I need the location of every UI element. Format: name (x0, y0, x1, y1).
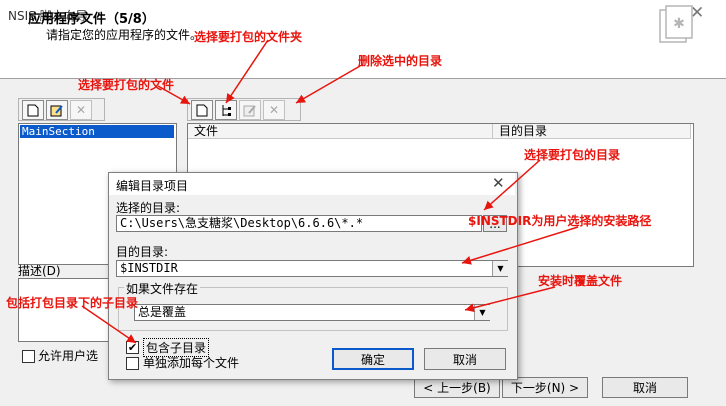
annotation-select-file: 选择要打包的文件 (78, 78, 175, 92)
annotation-select-dir: 选择要打包的目录 (524, 148, 621, 162)
allow-user-label: 允许用户选 (38, 349, 99, 363)
cancel-button[interactable]: 取消 (602, 377, 688, 398)
page-title: 应用程序文件（5/8） (28, 12, 155, 27)
next-button[interactable]: 下一步(N) > (502, 377, 588, 398)
annotation-include-subdirs: 包括打包目录下的子目录 (6, 296, 139, 310)
selected-dir-label: 选择的目录: (116, 201, 181, 215)
add-folder-button[interactable] (215, 100, 237, 120)
annotation-instdir: $INSTDIR为用户选择的安装路径 (468, 214, 652, 228)
dialog-cancel-button[interactable]: 取消 (424, 348, 506, 370)
document-stack-icon: ✱ (659, 5, 693, 43)
delete-item-button[interactable]: ✕ (263, 100, 285, 120)
folder-tree-icon (222, 104, 231, 116)
new-file-icon (27, 104, 39, 116)
column-header-file[interactable]: 文件 (188, 124, 493, 139)
svg-text:✱: ✱ (673, 16, 685, 32)
dialog-title: 编辑目录项目 (116, 179, 189, 193)
edit-icon (50, 104, 63, 116)
description-label: 描述(D) (18, 264, 61, 278)
check-icon: ✔ (127, 341, 138, 354)
add-file-button[interactable] (191, 100, 213, 120)
delete-icon: ✕ (268, 103, 280, 117)
if-exists-select[interactable]: 总是覆盖 (134, 304, 490, 321)
chevron-down-icon[interactable]: ▼ (474, 305, 490, 320)
close-icon[interactable]: ✕ (492, 174, 505, 192)
dest-dir-combo[interactable]: $INSTDIR (116, 260, 508, 277)
page-subtitle: 请指定您的应用程序的文件。 (46, 28, 203, 42)
new-section-button[interactable] (22, 100, 44, 120)
add-each-file-checkbox[interactable] (126, 357, 139, 370)
selected-dir-input[interactable]: C:\Users\急支糖浆\Desktop\6.6.6\*.* (116, 215, 482, 232)
annotation-delete-dir: 删除选中的目录 (358, 54, 443, 68)
ok-button[interactable]: 确定 (332, 348, 414, 370)
new-file-icon (196, 104, 208, 116)
chevron-down-icon[interactable]: ▼ (492, 261, 508, 276)
include-subdirs-checkbox[interactable]: ✔ (126, 341, 139, 354)
back-button[interactable]: < 上一步(B) (414, 377, 500, 398)
edit-icon (243, 104, 256, 116)
allow-user-checkbox[interactable] (22, 350, 35, 363)
delete-icon: ✕ (75, 103, 87, 117)
annotation-overwrite: 安装时覆盖文件 (538, 274, 623, 288)
dest-dir-label: 目的目录: (116, 245, 169, 259)
column-header-destination[interactable]: 目的目录 (493, 124, 691, 139)
list-item[interactable]: MainSection (20, 125, 174, 138)
annotation-select-folder: 选择要打包的文件夹 (194, 30, 303, 44)
delete-section-button[interactable]: ✕ (70, 100, 92, 120)
add-each-file-label[interactable]: 单独添加每个文件 (143, 354, 239, 371)
edit-section-button[interactable] (46, 100, 68, 120)
edit-item-button[interactable] (239, 100, 261, 120)
